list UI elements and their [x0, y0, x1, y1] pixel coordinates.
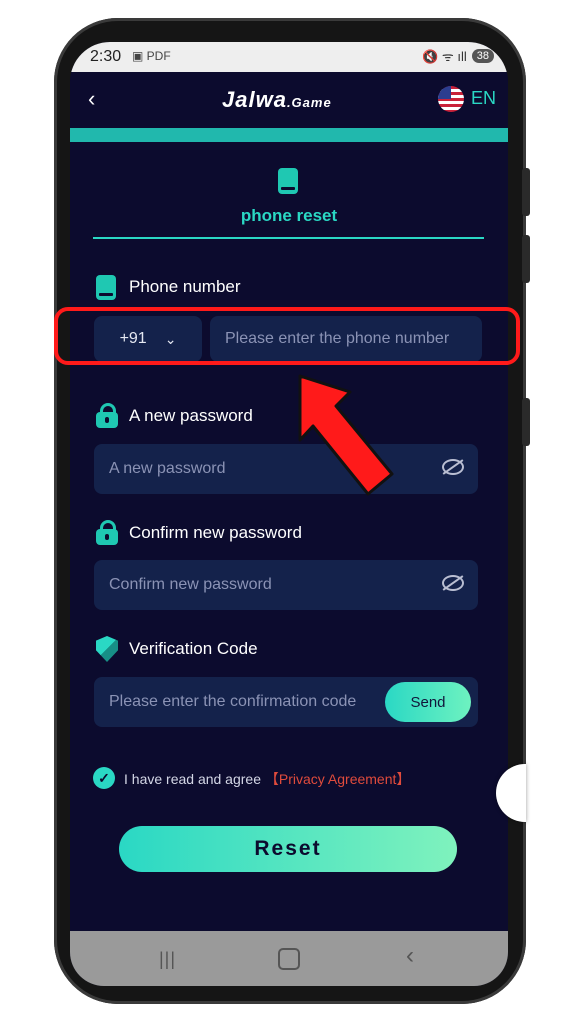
lock-icon [96, 403, 118, 428]
confirm-password-placeholder: Confirm new password [109, 576, 272, 593]
volume-down-button [522, 235, 530, 283]
android-nav-bar: ||| ‹ [70, 931, 508, 986]
header-strip [70, 128, 508, 142]
red-arrow-icon [298, 374, 394, 496]
eye-off-icon[interactable] [442, 459, 464, 475]
screenshot-pdf-icons: ▣ PDF [132, 49, 171, 63]
confirm-password-label: Confirm new password [129, 523, 302, 542]
send-code-button[interactable]: Send [385, 682, 471, 722]
status-bar: 2:30 ▣ PDF 🔇 ᯤ ıll 38 [70, 42, 508, 72]
shield-icon [96, 636, 118, 662]
phone-icon [278, 168, 298, 194]
status-time: 2:30 [90, 48, 122, 65]
verification-code-input[interactable]: Please enter the confirmation code Send [94, 677, 478, 727]
power-button [522, 398, 530, 446]
battery-icon: 38 [471, 49, 494, 63]
phone-screen: 2:30 ▣ PDF 🔇 ᯤ ıll 38 ‹ Jalwa.Game EN ph… [70, 42, 508, 986]
tab-phone-reset[interactable]: phone reset [70, 142, 508, 242]
verification-placeholder: Please enter the confirmation code [109, 693, 357, 710]
confirm-password-input[interactable]: Confirm new password [94, 560, 478, 610]
us-flag-icon[interactable] [438, 86, 464, 112]
logo-suffix: .Game [286, 95, 332, 110]
app-header: ‹ Jalwa.Game EN [70, 72, 508, 128]
new-password-placeholder: A new password [109, 460, 226, 477]
new-password-label: A new password [129, 406, 253, 425]
volume-up-button [522, 168, 530, 216]
agreement-text: I have read and agree 【Privacy Agreement… [124, 769, 410, 789]
reset-button[interactable]: Reset [119, 826, 457, 872]
tab-label: phone reset [240, 206, 338, 225]
verification-code-label: Verification Code [129, 639, 258, 658]
privacy-agreement-link[interactable]: 【Privacy Agreement】 [265, 771, 411, 787]
eye-off-icon[interactable] [442, 575, 464, 591]
signal-icons: 🔇 ᯤ ıll [422, 49, 467, 64]
home-icon[interactable] [278, 948, 300, 970]
tab-underline [93, 237, 484, 239]
phone-number-label: Phone number [129, 277, 241, 296]
phone-icon [96, 275, 116, 300]
app-logo: Jalwa.Game [222, 87, 332, 113]
language-selector[interactable]: EN [471, 88, 496, 109]
nav-back-icon[interactable]: ‹ [406, 942, 414, 970]
highlight-box [54, 307, 520, 365]
back-icon[interactable]: ‹ [88, 86, 95, 112]
agree-label: I have read and agree [124, 771, 261, 787]
checkbox-checked-icon[interactable]: ✓ [93, 767, 115, 789]
status-right: 🔇 ᯤ ıll 38 [422, 47, 494, 65]
lock-icon [96, 520, 118, 545]
logo-main: Jalwa [222, 87, 287, 112]
recents-icon[interactable]: ||| [159, 949, 176, 970]
